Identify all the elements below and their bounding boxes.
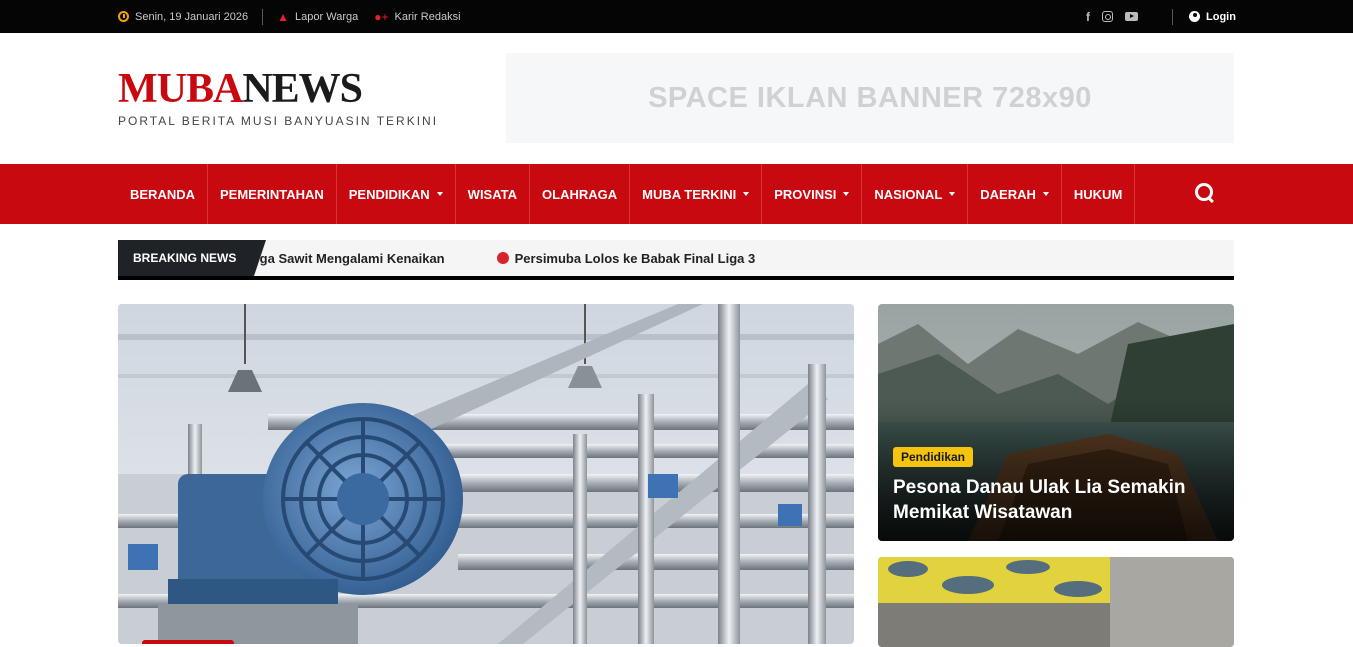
- karir-redaksi-label: Karir Redaksi: [394, 10, 461, 23]
- news-ticker: Harga Sawit Mengalami Kenaikan Persimuba…: [238, 240, 807, 276]
- caret-down-icon: [1042, 192, 1049, 196]
- site-tagline: PORTAL BERITA MUSI BANYUASIN TERKINI: [118, 114, 439, 128]
- factory-photo: [118, 304, 854, 644]
- user-icon: [1189, 11, 1200, 22]
- top-bar: Senin, 19 Januari 2026 ▲ Lapor Warga ●+ …: [0, 0, 1353, 33]
- nav-item-hukum[interactable]: HUKUM: [1062, 164, 1136, 224]
- nav-label: BERANDA: [130, 186, 195, 202]
- nav-label: PENDIDIKAN: [348, 186, 430, 202]
- divider: [262, 8, 264, 25]
- login-label: Login: [1206, 10, 1236, 23]
- lapor-warga-label: Lapor Warga: [295, 10, 359, 23]
- date-display: Senin, 19 Januari 2026: [118, 11, 248, 23]
- ticker-text: Harga Sawit Mengalami Kenaikan: [238, 250, 445, 266]
- ad-banner[interactable]: SPACE IKLAN BANNER 728x90: [506, 53, 1234, 143]
- nav-label: NASIONAL: [874, 186, 943, 202]
- nav-label: DAERAH: [980, 186, 1036, 202]
- logo-red-part: MUBA: [118, 66, 243, 112]
- category-badge[interactable]: Pendidikan: [893, 447, 974, 467]
- nav-item-beranda[interactable]: BERANDA: [118, 164, 208, 224]
- youtube-icon[interactable]: [1125, 12, 1138, 21]
- social-links: f: [1086, 10, 1138, 24]
- nav-label: WISATA: [467, 186, 518, 202]
- clock-icon: [118, 11, 129, 22]
- main-nav: BERANDA PEMERINTAHAN PENDIDIKAN WISATA O…: [0, 164, 1353, 224]
- nav-item-muba-terkini[interactable]: MUBA TERKINI: [630, 164, 763, 224]
- ticker-item[interactable]: Persimuba Lolos ke Babak Final Liga 3: [496, 250, 756, 266]
- breaking-news-label: BREAKING NEWS: [118, 240, 266, 276]
- bullet-icon: [496, 252, 509, 264]
- top-bar-right: f Login: [1086, 0, 1236, 33]
- card-text: Pendidikan Pesona Danau Ulak Lia Semakin…: [893, 447, 1222, 525]
- nav-item-wisata[interactable]: WISATA: [456, 164, 531, 224]
- search-icon[interactable]: [1195, 183, 1217, 205]
- lapor-warga-link[interactable]: ▲ Lapor Warga: [277, 11, 358, 23]
- nav-label: HUKUM: [1073, 186, 1123, 202]
- divider: [1172, 8, 1173, 25]
- nav-label: OLAHRAGA: [542, 186, 618, 202]
- nav-menu: BERANDA PEMERINTAHAN PENDIDIKAN WISATA O…: [118, 164, 1136, 224]
- nav-label: PEMERINTAHAN: [220, 186, 324, 202]
- caret-down-icon: [843, 192, 850, 196]
- breaking-news-bar: BREAKING NEWS Harga Sawit Mengalami Kena…: [118, 240, 1234, 280]
- nav-label: PROVINSI: [774, 186, 837, 202]
- karir-redaksi-link[interactable]: ●+ Karir Redaksi: [374, 11, 460, 23]
- top-bar-left: Senin, 19 Januari 2026 ▲ Lapor Warga ●+ …: [118, 0, 461, 33]
- user-plus-icon: ●+: [374, 9, 389, 24]
- megaphone-icon: ▲: [277, 9, 290, 24]
- featured-side-article[interactable]: Pendidikan Pesona Danau Ulak Lia Semakin…: [878, 304, 1234, 541]
- caret-down-icon: [949, 192, 956, 196]
- ticker-text: Persimuba Lolos ke Babak Final Liga 3: [514, 250, 756, 266]
- featured-main-article[interactable]: [118, 304, 854, 644]
- nav-item-olahraga[interactable]: OLAHRAGA: [530, 164, 631, 224]
- facebook-icon[interactable]: f: [1086, 10, 1090, 24]
- article-photo: [878, 557, 1234, 647]
- caret-down-icon: [436, 192, 443, 196]
- logo-dark-part: NEWS: [242, 66, 363, 112]
- ad-banner-text: SPACE IKLAN BANNER 728x90: [648, 81, 1092, 114]
- nav-item-provinsi[interactable]: PROVINSI: [762, 164, 863, 224]
- article-title[interactable]: Pesona Danau Ulak Lia Semakin Memikat Wi…: [893, 475, 1222, 525]
- nav-item-pendidikan[interactable]: PENDIDIKAN: [337, 164, 456, 224]
- instagram-icon[interactable]: [1102, 11, 1113, 22]
- nav-label: MUBA TERKINI: [642, 186, 737, 202]
- nav-item-pemerintahan[interactable]: PEMERINTAHAN: [208, 164, 337, 224]
- login-button[interactable]: Login: [1189, 11, 1236, 23]
- category-badge[interactable]: [142, 640, 234, 644]
- nav-item-daerah[interactable]: DAERAH: [968, 164, 1062, 224]
- site-logo[interactable]: MUBANEWS: [118, 66, 363, 112]
- ticker-item[interactable]: Harga Sawit Mengalami Kenaikan: [238, 251, 445, 266]
- caret-down-icon: [743, 192, 750, 196]
- nav-item-nasional[interactable]: NASIONAL: [862, 164, 969, 224]
- featured-side-article[interactable]: [878, 557, 1234, 647]
- date-text: Senin, 19 Januari 2026: [135, 10, 249, 23]
